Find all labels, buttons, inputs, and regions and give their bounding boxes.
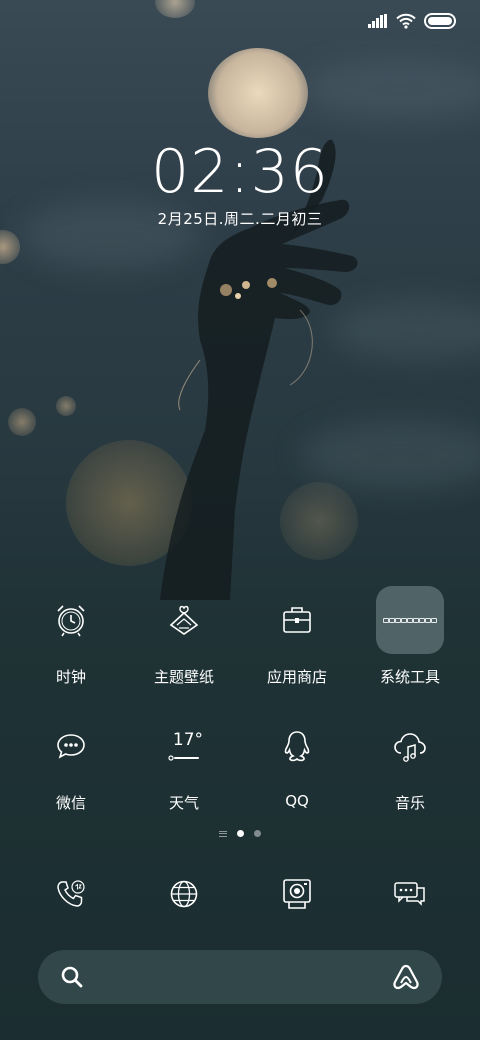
app-qq[interactable]: QQ bbox=[237, 712, 357, 822]
messages-icon bbox=[394, 882, 425, 906]
weather-icon: 17° bbox=[150, 712, 218, 780]
browser-globe-icon bbox=[170, 880, 198, 908]
battery-icon bbox=[424, 13, 456, 29]
app-theme-wallpaper[interactable]: 主题壁纸 bbox=[124, 586, 244, 696]
search-bar[interactable] bbox=[38, 950, 442, 1004]
alarm-clock-icon bbox=[37, 586, 105, 654]
app-label: 天气 bbox=[168, 794, 199, 812]
music-cloud-icon bbox=[376, 712, 444, 780]
hand-silhouette bbox=[160, 139, 358, 600]
dock-phone[interactable] bbox=[11, 866, 131, 922]
dock-camera[interactable] bbox=[237, 866, 357, 922]
wifi-icon bbox=[396, 13, 416, 29]
clock-widget[interactable]: 02:36 2月25日.周二.二月初三 bbox=[0, 138, 480, 229]
theme-icon bbox=[150, 586, 218, 654]
camera-icon bbox=[283, 879, 311, 909]
app-label: 音乐 bbox=[394, 794, 425, 812]
app-clock[interactable]: 时钟 bbox=[11, 586, 131, 696]
page-dot-active[interactable] bbox=[237, 830, 244, 837]
app-label: 微信 bbox=[55, 794, 86, 812]
briefcase-icon bbox=[263, 586, 331, 654]
app-wechat[interactable]: 微信 bbox=[11, 712, 131, 822]
page-dot[interactable] bbox=[254, 830, 261, 837]
app-weather[interactable]: 17° 天气 bbox=[124, 712, 244, 822]
app-label: 主题壁纸 bbox=[153, 668, 214, 686]
folder-system-tools[interactable]: 系统工具 bbox=[350, 586, 470, 696]
app-label: 应用商店 bbox=[266, 668, 327, 686]
penguin-icon bbox=[263, 712, 331, 780]
clock-time: 02:36 bbox=[151, 137, 329, 207]
page-indicator-list-icon[interactable] bbox=[219, 830, 227, 837]
assistant-logo-icon[interactable] bbox=[392, 964, 420, 990]
search-icon[interactable] bbox=[60, 965, 84, 989]
weather-temperature: 17° bbox=[172, 730, 204, 750]
clock-date: 2月25日.周二.二月初三 bbox=[157, 210, 323, 228]
page-indicator[interactable] bbox=[0, 830, 480, 837]
app-music[interactable]: 音乐 bbox=[350, 712, 470, 822]
chat-bubble-icon bbox=[37, 712, 105, 780]
dock-browser[interactable] bbox=[124, 866, 244, 922]
phone-icon bbox=[57, 880, 85, 907]
app-label: 时钟 bbox=[55, 668, 86, 686]
app-store[interactable]: 应用商店 bbox=[237, 586, 357, 696]
folder-icon bbox=[376, 586, 444, 654]
app-label: QQ bbox=[285, 792, 309, 810]
status-bar bbox=[368, 10, 456, 32]
dock-messages[interactable] bbox=[350, 866, 470, 922]
signal-icon bbox=[368, 14, 387, 28]
app-label: 系统工具 bbox=[379, 668, 440, 686]
